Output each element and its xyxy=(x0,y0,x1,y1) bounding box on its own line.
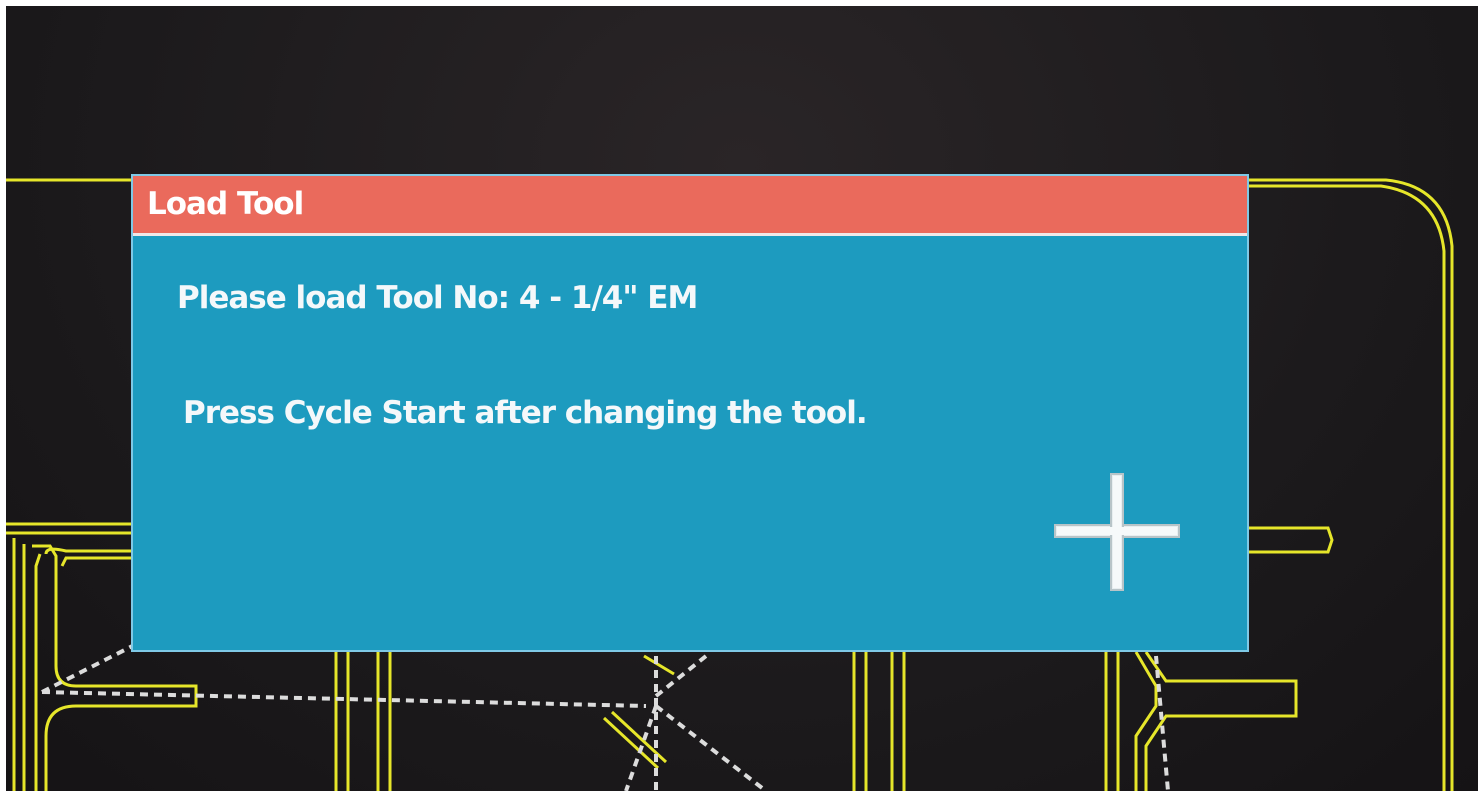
cycle-start-instruction: Press Cycle Start after changing the too… xyxy=(183,395,868,431)
left-profile-5 xyxy=(44,547,131,555)
crosshair-cursor-icon xyxy=(1054,473,1180,591)
dialog-title-bar: Load Tool xyxy=(133,176,1247,236)
slant-1 xyxy=(643,654,675,676)
right-tab xyxy=(1246,526,1334,554)
toolpath-up-right xyxy=(654,654,708,698)
load-tool-dialog: Load Tool Please load Tool No: 4 - 1/4" … xyxy=(131,174,1249,652)
toolpath-horizontal xyxy=(41,690,647,708)
tool-load-message: Please load Tool No: 4 - 1/4" EM xyxy=(177,280,698,316)
right-profile-4 xyxy=(1144,651,1298,791)
left-profile-6 xyxy=(60,556,131,567)
toolpath-diag-right xyxy=(654,704,768,791)
left-profile-4 xyxy=(34,553,42,791)
part-outline-top-inner xyxy=(1246,184,1446,791)
cnc-control-screen: Load Tool Please load Tool No: 4 - 1/4" … xyxy=(6,6,1478,791)
dialog-title: Load Tool xyxy=(147,186,304,222)
